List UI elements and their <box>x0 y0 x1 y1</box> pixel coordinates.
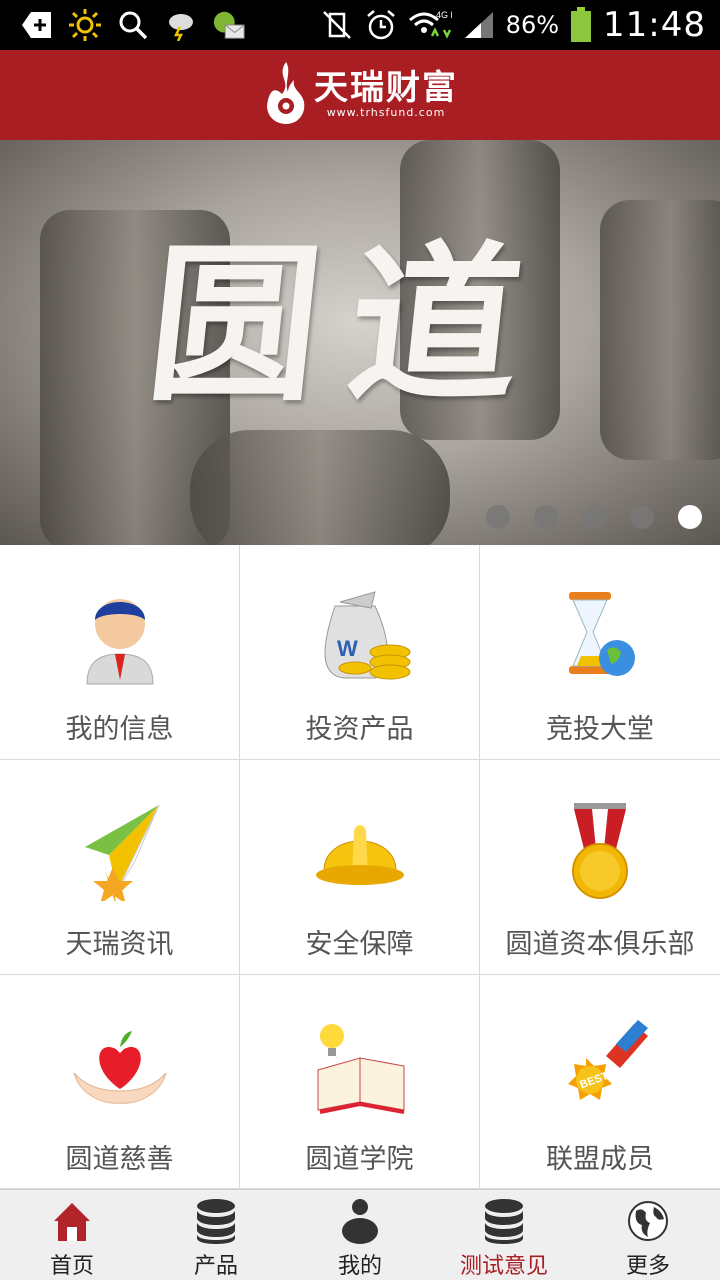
clock: 11:48 <box>603 5 706 45</box>
carousel-indicators <box>486 505 702 529</box>
hourglass-globe-icon <box>545 581 655 691</box>
nav-mine[interactable]: 我的 <box>288 1190 432 1280</box>
carousel-dot[interactable] <box>534 505 558 529</box>
menu-item-label: 圆道慈善 <box>65 1144 174 1175</box>
app-screen: 4G LTE 86% 11:48 天瑞财富 www.trhsfund.com <box>0 0 720 1280</box>
nav-products[interactable]: 产品 <box>144 1190 288 1280</box>
menu-item-alliance-members[interactable]: BEST 联盟成员 <box>480 975 720 1189</box>
menu-item-bidding-hall[interactable]: 竞投大堂 <box>480 545 720 760</box>
user-profile-icon <box>65 581 175 691</box>
coin-stack-image <box>190 430 450 545</box>
menu-item-my-info[interactable]: 我的信息 <box>0 545 240 760</box>
menu-item-label: 安全保障 <box>305 929 414 960</box>
app-header: 天瑞财富 www.trhsfund.com <box>0 50 720 140</box>
nav-label: 产品 <box>193 1254 238 1279</box>
menu-item-label: 联盟成员 <box>546 1144 654 1175</box>
brand-logo: 天瑞财富 www.trhsfund.com <box>262 60 458 130</box>
money-bag-icon: W <box>305 581 415 691</box>
battery-percent: 86% <box>505 11 560 39</box>
menu-item-capital-club[interactable]: 圆道资本俱乐部 <box>480 760 720 975</box>
no-vibrate-icon <box>320 8 354 42</box>
carousel-dot[interactable] <box>486 505 510 529</box>
best-badge-icon: BEST <box>545 1011 655 1121</box>
brand-url: www.trhsfund.com <box>326 106 446 119</box>
menu-item-tianrui-news[interactable]: 天瑞资讯 <box>0 760 240 975</box>
search-icon <box>116 8 150 42</box>
menu-item-security[interactable]: 安全保障 <box>240 760 480 975</box>
svg-text:W: W <box>337 636 358 661</box>
nav-feedback[interactable]: 测试意见 <box>432 1190 576 1280</box>
bottom-navigation: 首页 产品 我的 测试意见 更多 <box>0 1189 720 1280</box>
medal-icon <box>545 796 655 906</box>
paper-plane-icon <box>65 796 175 906</box>
wifi-icon: 4G LTE <box>408 8 452 42</box>
battery-icon <box>569 7 593 42</box>
add-icon <box>20 8 54 42</box>
database-icon <box>191 1196 241 1246</box>
menu-item-label: 圆道资本俱乐部 <box>505 929 695 960</box>
signal-icon <box>462 8 496 42</box>
menu-item-academy[interactable]: 圆道学院 <box>240 975 480 1189</box>
person-icon <box>335 1196 385 1246</box>
home-icon <box>47 1196 97 1246</box>
book-bulb-icon <box>305 1011 415 1121</box>
brand-name: 天瑞财富 <box>314 68 458 108</box>
carousel-dot[interactable] <box>630 505 654 529</box>
menu-item-label: 投资产品 <box>305 714 414 745</box>
nav-label: 我的 <box>337 1254 382 1279</box>
hard-hat-icon <box>305 796 415 906</box>
mail-icon <box>212 8 246 42</box>
carousel-dot[interactable] <box>582 505 606 529</box>
menu-item-label: 圆道学院 <box>305 1144 414 1175</box>
nav-label: 更多 <box>625 1254 670 1279</box>
menu-item-label: 我的信息 <box>65 714 174 745</box>
menu-grid: 我的信息 W 投资产品 竞投大堂 天瑞资讯 安全保障 圆道资本俱乐部 圆道慈善 … <box>0 545 720 1189</box>
brightness-icon <box>68 8 102 42</box>
menu-item-label: 竞投大堂 <box>546 714 654 745</box>
heart-hands-icon <box>65 1011 175 1121</box>
flame-logo-icon <box>262 60 308 130</box>
nav-label: 首页 <box>49 1254 94 1279</box>
nav-home[interactable]: 首页 <box>0 1190 144 1280</box>
nav-label: 测试意见 <box>459 1254 548 1279</box>
weather-icon <box>164 8 198 42</box>
menu-item-label: 天瑞资讯 <box>65 929 174 960</box>
menu-item-charity[interactable]: 圆道慈善 <box>0 975 240 1189</box>
coin-stack-image <box>600 200 720 460</box>
alarm-icon <box>364 8 398 42</box>
carousel-dot-active[interactable] <box>678 505 702 529</box>
banner-calligraphy-title: 圆道 <box>139 225 561 425</box>
database-icon <box>479 1196 529 1246</box>
network-label: 4G LTE <box>436 10 452 20</box>
globe-icon <box>623 1196 673 1246</box>
menu-item-investment-products[interactable]: W 投资产品 <box>240 545 480 760</box>
status-bar: 4G LTE 86% 11:48 <box>0 0 720 50</box>
nav-more[interactable]: 更多 <box>576 1190 720 1280</box>
banner-carousel[interactable]: 圆道 <box>0 140 720 545</box>
